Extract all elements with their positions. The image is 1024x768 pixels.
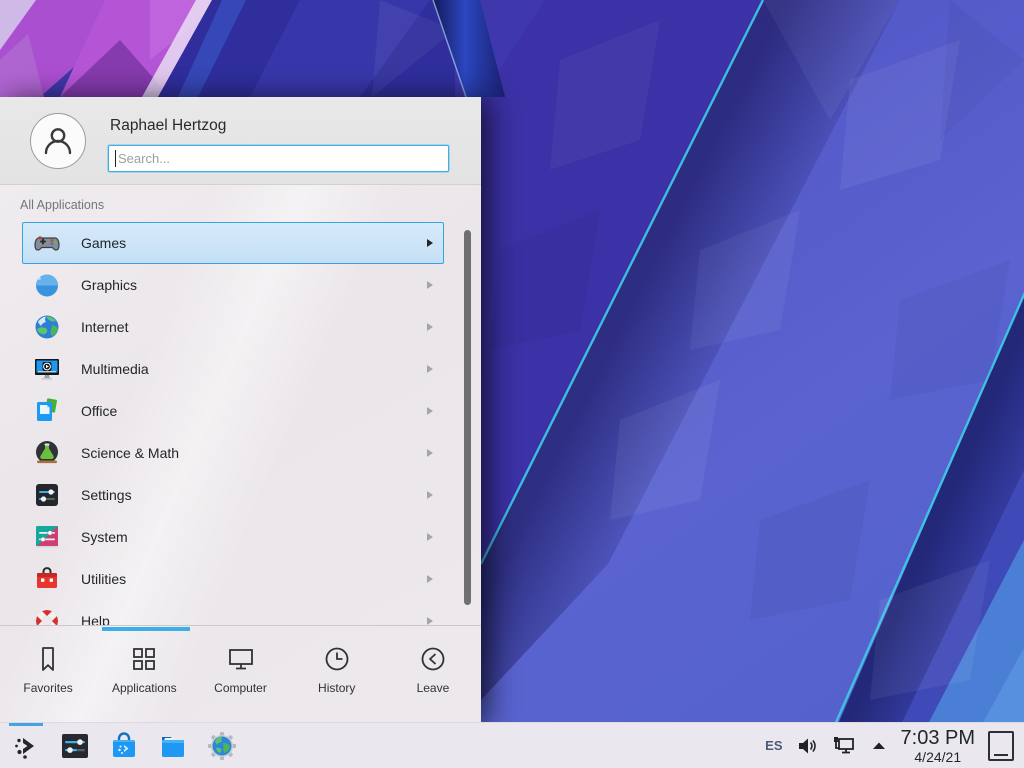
category-label: Settings <box>81 487 132 503</box>
launcher-header: Raphael Hertzog <box>0 97 481 185</box>
utilities-icon <box>33 565 61 593</box>
keyboard-layout-indicator[interactable]: ES <box>765 738 782 753</box>
office-icon <box>33 397 61 425</box>
category-system[interactable]: System <box>22 516 444 558</box>
clock-time: 7:03 PM <box>901 728 975 748</box>
web-browser-icon <box>206 730 238 762</box>
tab-favorites[interactable]: Favorites <box>0 626 96 722</box>
tab-computer[interactable]: Computer <box>192 626 288 722</box>
category-internet[interactable]: Internet <box>22 306 444 348</box>
category-label: Multimedia <box>81 361 149 377</box>
user-name: Raphael Hertzog <box>110 117 226 135</box>
section-label: All Applications <box>20 198 104 212</box>
clock-date: 4/24/21 <box>901 750 975 764</box>
tab-label: History <box>318 681 355 695</box>
system-settings-icon <box>59 730 91 762</box>
taskbar-panel: ES 7:03 PM 4/24/21 <box>0 722 1024 768</box>
help-icon <box>33 607 61 625</box>
category-label: Utilities <box>81 571 126 587</box>
network-icon[interactable] <box>831 734 857 758</box>
file-manager-icon <box>157 730 189 762</box>
tab-label: Computer <box>214 681 267 695</box>
category-label: Games <box>81 235 126 251</box>
science-math-icon <box>33 439 61 467</box>
submenu-arrow-icon <box>427 407 433 415</box>
system-settings-button[interactable] <box>57 723 93 768</box>
list-scrollbar[interactable] <box>464 230 471 605</box>
favorites-icon <box>33 644 63 674</box>
category-label: Science & Math <box>81 445 179 461</box>
tab-leave[interactable]: Leave <box>385 626 481 722</box>
submenu-arrow-icon <box>427 491 433 499</box>
submenu-arrow-icon <box>427 449 433 457</box>
active-tab-indicator <box>102 627 190 631</box>
tab-label: Favorites <box>23 681 72 695</box>
web-browser-button[interactable] <box>204 723 240 768</box>
submenu-arrow-icon <box>427 617 433 625</box>
settings-icon <box>33 481 61 509</box>
category-games[interactable]: Games <box>22 222 444 264</box>
taskbar-launchers <box>8 723 240 768</box>
category-label: System <box>81 529 128 545</box>
history-icon <box>322 644 352 674</box>
expand-tray-icon[interactable] <box>870 737 888 755</box>
leave-icon <box>418 644 448 674</box>
tab-history[interactable]: History <box>289 626 385 722</box>
multimedia-icon <box>33 355 61 383</box>
submenu-arrow-icon <box>427 533 433 541</box>
computer-icon <box>226 644 256 674</box>
submenu-arrow-icon <box>427 239 433 247</box>
category-help[interactable]: Help <box>22 600 444 625</box>
tab-label: Leave <box>417 681 450 695</box>
search-input[interactable] <box>109 146 448 171</box>
games-icon <box>33 229 61 257</box>
discover-icon <box>108 730 140 762</box>
category-label: Office <box>81 403 117 419</box>
category-science-math[interactable]: Science & Math <box>22 432 444 474</box>
volume-icon[interactable] <box>796 735 818 757</box>
file-manager-button[interactable] <box>155 723 191 768</box>
tab-applications[interactable]: Applications <box>96 626 192 722</box>
digital-clock[interactable]: 7:03 PM 4/24/21 <box>901 728 975 764</box>
category-label: Help <box>81 613 110 625</box>
discover-button[interactable] <box>106 723 142 768</box>
application-launcher-icon <box>10 730 42 762</box>
submenu-arrow-icon <box>427 575 433 583</box>
category-settings[interactable]: Settings <box>22 474 444 516</box>
system-icon <box>33 523 61 551</box>
applications-icon <box>129 644 159 674</box>
category-utilities[interactable]: Utilities <box>22 558 444 600</box>
category-multimedia[interactable]: Multimedia <box>22 348 444 390</box>
submenu-arrow-icon <box>427 365 433 373</box>
application-launcher-button[interactable] <box>8 723 44 768</box>
show-desktop-button[interactable] <box>988 731 1014 761</box>
submenu-arrow-icon <box>427 281 433 289</box>
submenu-arrow-icon <box>427 323 433 331</box>
category-graphics[interactable]: Graphics <box>22 264 444 306</box>
category-list: Games Graphics <box>0 222 481 625</box>
category-label: Graphics <box>81 277 137 293</box>
user-avatar[interactable] <box>30 113 86 169</box>
search-box[interactable] <box>108 145 449 172</box>
text-caret <box>115 150 116 167</box>
category-office[interactable]: Office <box>22 390 444 432</box>
tab-label: Applications <box>112 681 177 695</box>
graphics-icon <box>33 271 61 299</box>
internet-icon <box>33 313 61 341</box>
launcher-tabbar: Favorites Applications <box>0 625 481 722</box>
system-tray: ES 7:03 PM 4/24/21 <box>765 723 1024 768</box>
desktop: Raphael Hertzog All Applications <box>0 0 1024 768</box>
application-launcher-menu: Raphael Hertzog All Applications <box>0 97 481 722</box>
user-avatar-icon <box>38 121 78 161</box>
category-label: Internet <box>81 319 128 335</box>
